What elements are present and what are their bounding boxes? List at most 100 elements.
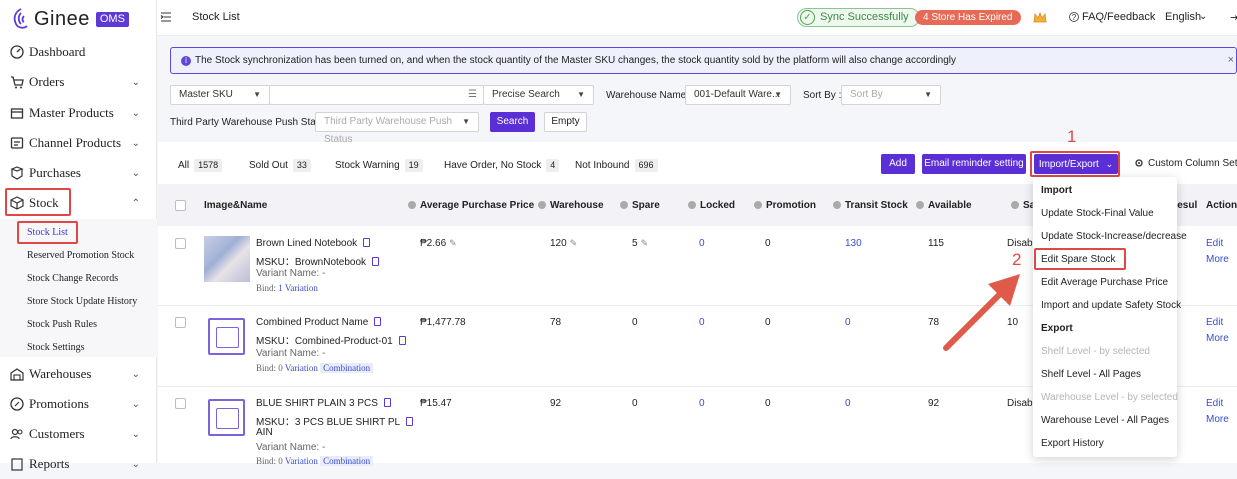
product-name[interactable]: Combined Product Name bbox=[256, 317, 382, 328]
edit-link[interactable]: Edit bbox=[1206, 398, 1223, 409]
sidebar-item-orders[interactable]: Orders ⌄ bbox=[0, 67, 157, 97]
image-placeholder-icon[interactable] bbox=[208, 318, 245, 355]
menu-item-shelf-level-all-pages[interactable]: Shelf Level - All Pages bbox=[1041, 369, 1141, 380]
list-icon[interactable]: ☰ bbox=[468, 86, 477, 104]
crown-icon[interactable] bbox=[1033, 11, 1047, 24]
available-stock: 115 bbox=[928, 238, 944, 249]
menu-item-warehouse-level-by-selected[interactable]: Warehouse Level - by selected bbox=[1041, 392, 1178, 403]
bind-variation-link[interactable]: Variation bbox=[285, 456, 318, 466]
edit-link[interactable]: Edit bbox=[1206, 238, 1223, 249]
sidebar-item-warehouses[interactable]: Warehouses ⌄ bbox=[0, 359, 157, 389]
promotion-stock: 0 bbox=[765, 317, 771, 328]
product-name[interactable]: BLUE SHIRT PLAIN 3 PCS bbox=[256, 398, 391, 409]
sidebar-item-customers[interactable]: Customers ⌄ bbox=[0, 419, 157, 449]
msku-text: MSKU：Combined-Product-01 bbox=[256, 336, 393, 347]
submenu-item-reserved-promotion-stock[interactable]: Reserved Promotion Stock bbox=[0, 244, 157, 267]
tab-stock-warning[interactable]: Stock Warning 19 bbox=[335, 159, 423, 172]
product-image[interactable] bbox=[204, 236, 250, 282]
select-all-checkbox[interactable] bbox=[175, 200, 186, 211]
copy-icon[interactable] bbox=[363, 238, 371, 247]
row-checkbox[interactable] bbox=[175, 398, 186, 409]
submenu-item-stock-change-records[interactable]: Stock Change Records bbox=[0, 267, 157, 290]
chevron-down-icon: ⌄ bbox=[1199, 11, 1208, 22]
third-party-push-status-select[interactable]: Third Party Warehouse Push Status ▼ bbox=[315, 112, 479, 145]
average-purchase-price: ₱15.47 bbox=[420, 398, 452, 409]
column-header-label: Spare bbox=[632, 200, 660, 211]
average-purchase-price: ₱1,477.78 bbox=[420, 317, 466, 328]
warehouse-icon bbox=[10, 368, 24, 381]
warehouse-select[interactable]: 001-Default Ware... ▼ bbox=[685, 85, 791, 105]
add-button[interactable]: Add bbox=[881, 154, 915, 174]
menu-fold-icon[interactable] bbox=[160, 11, 172, 23]
sidebar-item-label: Dashboard bbox=[29, 44, 86, 59]
menu-item-update-stock-final-value[interactable]: Update Stock-Final Value bbox=[1041, 208, 1154, 219]
menu-item-import-update-safety-stock[interactable]: Import and update Safety Stock bbox=[1041, 300, 1181, 311]
language-select[interactable]: English bbox=[1165, 11, 1201, 23]
search-input[interactable]: ☰ bbox=[269, 85, 484, 105]
menu-item-warehouse-level-all-pages[interactable]: Warehouse Level - All Pages bbox=[1041, 415, 1169, 426]
sync-status-badge[interactable]: ✓ Sync Successfully bbox=[797, 8, 920, 27]
tab-not-inbound[interactable]: Not Inbound 696 bbox=[575, 159, 658, 172]
edit-icon[interactable]: ✎ bbox=[449, 238, 457, 248]
tab-sold-out[interactable]: Sold Out 33 bbox=[249, 159, 311, 172]
sidebar: Ginee OMS Dashboard Orders ⌄ Master Prod… bbox=[0, 0, 157, 471]
close-icon[interactable]: × bbox=[1228, 54, 1234, 66]
copy-icon[interactable] bbox=[374, 317, 382, 326]
locked-stock[interactable]: 0 bbox=[699, 238, 705, 249]
transit-stock[interactable]: 0 bbox=[845, 398, 851, 409]
tab-all[interactable]: All 1578 bbox=[178, 159, 223, 172]
product-name-text: BLUE SHIRT PLAIN 3 PCS bbox=[256, 398, 378, 409]
bind-variation-link[interactable]: Variation bbox=[285, 363, 318, 373]
bind-variation-link[interactable]: 1 Variation bbox=[278, 283, 318, 293]
search-mode-select[interactable]: Precise Search ▼ bbox=[483, 85, 594, 105]
warehouse-stock: 78 bbox=[550, 317, 562, 328]
tab-have-order-no-stock[interactable]: Have Order, No Stock 4 bbox=[444, 159, 560, 172]
submenu-item-store-stock-update-history[interactable]: Store Stock Update History bbox=[0, 290, 157, 313]
row-checkbox[interactable] bbox=[175, 317, 186, 328]
empty-button[interactable]: Empty bbox=[544, 112, 587, 132]
third-party-placeholder: Third Party Warehouse Push Status bbox=[324, 116, 453, 145]
more-link[interactable]: More bbox=[1206, 333, 1229, 344]
search-button[interactable]: Search bbox=[490, 112, 535, 132]
edit-link[interactable]: Edit bbox=[1206, 317, 1223, 328]
menu-item-shelf-level-by-selected[interactable]: Shelf Level - by selected bbox=[1041, 346, 1150, 357]
more-link[interactable]: More bbox=[1206, 414, 1229, 425]
custom-column-setting-button[interactable]: Custom Column Setting bbox=[1148, 158, 1237, 169]
faq-feedback-link[interactable]: FAQ/Feedback bbox=[1082, 11, 1155, 23]
expired-store-badge[interactable]: 4 Store Has Expired bbox=[915, 10, 1021, 25]
sidebar-item-reports[interactable]: Reports ⌄ bbox=[0, 449, 157, 479]
cart-icon bbox=[11, 76, 24, 89]
locked-stock[interactable]: 0 bbox=[699, 317, 705, 328]
submenu-item-stock-settings[interactable]: Stock Settings bbox=[0, 336, 157, 359]
product-name[interactable]: Brown Lined Notebook bbox=[256, 238, 371, 249]
sidebar-item-purchases[interactable]: Purchases ⌄ bbox=[0, 158, 157, 188]
edit-icon[interactable]: ✎ bbox=[570, 238, 578, 248]
search-type-select[interactable]: Master SKU ▼ bbox=[170, 85, 270, 105]
sort-by-select[interactable]: Sort By ▼ bbox=[841, 85, 941, 105]
menu-item-export-history[interactable]: Export History bbox=[1041, 438, 1104, 449]
row-checkbox[interactable] bbox=[175, 238, 186, 249]
transit-stock[interactable]: 0 bbox=[845, 317, 851, 328]
image-placeholder-icon[interactable] bbox=[208, 399, 245, 436]
gear-icon bbox=[1135, 159, 1143, 167]
email-reminder-setting-button[interactable]: Email reminder setting bbox=[922, 154, 1026, 174]
step-1-annotation: 1 bbox=[1067, 127, 1077, 146]
more-link[interactable]: More bbox=[1206, 254, 1229, 265]
submenu-item-stock-push-rules[interactable]: Stock Push Rules bbox=[0, 313, 157, 336]
sidebar-item-master-products[interactable]: Master Products ⌄ bbox=[0, 98, 157, 128]
locked-stock[interactable]: 0 bbox=[699, 398, 705, 409]
sidebar-item-promotions[interactable]: Promotions ⌄ bbox=[0, 389, 157, 419]
product-msku: MSKU：BrownNotebook bbox=[256, 253, 380, 268]
copy-icon[interactable] bbox=[406, 417, 414, 426]
menu-item-update-stock-increase-decrease[interactable]: Update Stock-Increase/decrease bbox=[1041, 231, 1187, 242]
menu-item-edit-average-purchase-price[interactable]: Edit Average Purchase Price bbox=[1041, 277, 1168, 288]
transit-stock[interactable]: 130 bbox=[845, 238, 862, 249]
sidebar-item-channel-products[interactable]: Channel Products ⌄ bbox=[0, 128, 157, 158]
copy-icon[interactable] bbox=[398, 336, 406, 345]
logout-icon[interactable]: ⇥ bbox=[1230, 11, 1237, 24]
sidebar-item-dashboard[interactable]: Dashboard bbox=[0, 37, 157, 67]
edit-icon[interactable]: ✎ bbox=[641, 238, 649, 248]
copy-icon[interactable] bbox=[372, 257, 380, 266]
ginee-logo[interactable]: Ginee OMS bbox=[12, 6, 129, 32]
copy-icon[interactable] bbox=[383, 398, 391, 407]
